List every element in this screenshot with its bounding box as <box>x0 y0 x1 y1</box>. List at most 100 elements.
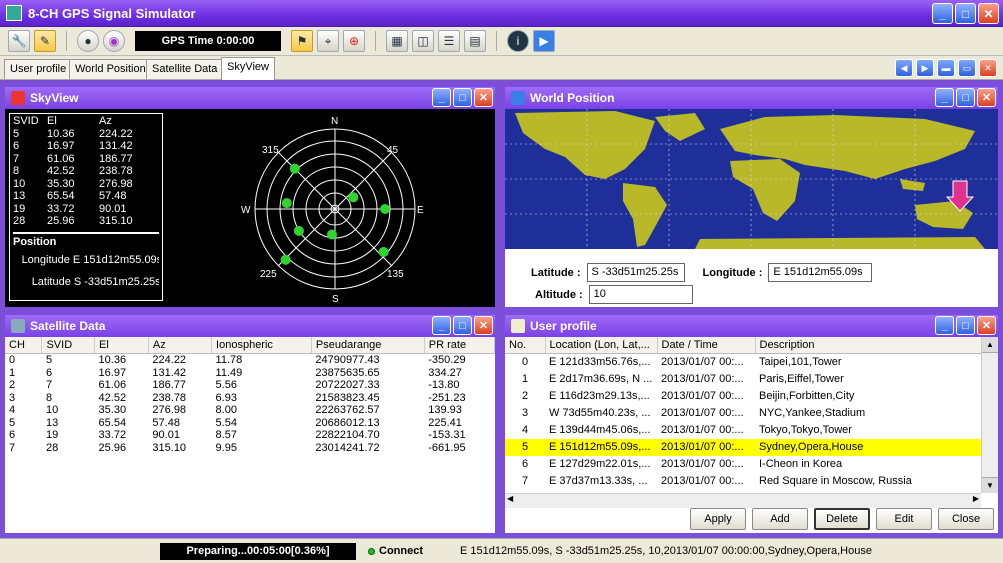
delete-button[interactable]: Delete <box>814 508 870 530</box>
table-cell: E 116d23m29.13s,... <box>549 390 650 402</box>
close-button[interactable]: ✕ <box>977 316 996 335</box>
table-cell: 224.22 <box>152 354 187 366</box>
tab-satellite-data[interactable]: Satellite Data <box>146 59 224 79</box>
minimize-button[interactable]: _ <box>935 316 954 335</box>
table-cell: 20686012.13 <box>315 416 380 429</box>
close-button[interactable]: ✕ <box>978 3 999 24</box>
maximize-button[interactable]: □ <box>956 316 975 335</box>
info-icon[interactable]: i <box>507 30 529 52</box>
sky-polar-plot: N E S W 45 135 225 315 <box>241 116 424 305</box>
sky-table-cell: 13 <box>13 190 26 202</box>
tile-h-icon[interactable]: ▬ <box>937 59 955 77</box>
sky-table-cell: 315.10 <box>99 215 133 227</box>
latitude-field[interactable]: S -33d51m25.25s <box>586 263 685 282</box>
horizontal-scrollbar[interactable]: ◀ ▶ <box>505 493 981 508</box>
rows-icon[interactable]: ☰ <box>438 30 460 52</box>
tab-user-profile[interactable]: User profile <box>4 59 73 79</box>
column-header[interactable]: CH <box>5 337 43 354</box>
apply-button[interactable]: Apply <box>690 508 746 530</box>
table-cell: 20722027.33 <box>315 379 380 391</box>
tab-world-position[interactable]: World Position <box>69 59 152 79</box>
minimize-button[interactable]: _ <box>932 3 953 24</box>
minimize-button[interactable]: _ <box>432 88 451 107</box>
table-row[interactable]: 3 W 73d55m40.23s, ... 2013/01/07 00:... NYC… <box>505 405 981 422</box>
skyview-icon <box>11 91 25 105</box>
table-cell: 1 <box>521 373 529 385</box>
table-cell: Taipei,101,Tower <box>759 356 842 368</box>
table-cell: -350.29 <box>428 354 466 366</box>
close-button[interactable]: ✕ <box>474 316 493 335</box>
next-icon[interactable]: ▶ <box>916 59 934 77</box>
table-cell: 65.54 <box>98 416 127 429</box>
globe-icon[interactable]: ● <box>77 30 99 52</box>
table-cell: 6 <box>45 366 53 379</box>
sky-table-row: 8 42.52 238.78 <box>13 165 159 178</box>
table-row[interactable]: 2 E 116d23m29.13s,... 2013/01/07 00:... Bei… <box>505 388 981 405</box>
pencil-icon <box>511 319 525 333</box>
wrench-icon[interactable]: 🔧 <box>8 30 30 52</box>
table-cell: 24790977.43 <box>315 354 380 366</box>
column-header[interactable]: Location (Lon, Lat,... <box>545 337 658 354</box>
help-icon[interactable]: ▶ <box>533 30 555 52</box>
table-row[interactable]: 7 E 37d37m13.33s, ... 2013/01/07 00:... Red… <box>505 473 981 490</box>
close-button[interactable]: ✕ <box>977 88 996 107</box>
satellite-icon[interactable]: ⌖ <box>317 30 339 52</box>
table-cell: E 151d12m55.09s,... <box>545 439 657 456</box>
close-all-icon[interactable]: ✕ <box>979 59 997 77</box>
minimize-button[interactable]: _ <box>432 316 451 335</box>
tab-skyview[interactable]: SkyView <box>221 57 275 80</box>
table-cell: 11.49 <box>215 366 243 379</box>
sky-table-cell: 224.22 <box>99 127 133 140</box>
close-button[interactable]: Close <box>938 508 994 530</box>
table-row[interactable]: 5E 151d12m55.09s,... 2013/01/07 00:... Syd… <box>505 439 981 456</box>
compass-45: 45 <box>387 145 399 156</box>
column-header[interactable]: Description <box>755 337 981 354</box>
table-cell: 7 <box>45 379 53 391</box>
compass-e: E <box>417 205 424 216</box>
table-row[interactable]: 1 E 2d17m36.69s, N ... 2013/01/07 00:... Pa… <box>505 371 981 388</box>
maximize-button[interactable]: □ <box>956 88 975 107</box>
grid-icon[interactable]: ▦ <box>386 30 408 52</box>
altitude-field[interactable]: 10 <box>588 285 693 304</box>
table-cell: 2013/01/07 00:... <box>661 424 744 436</box>
vertical-scrollbar[interactable]: ▲ ▼ <box>981 337 998 493</box>
compass-n: N <box>331 116 338 127</box>
connect-icon <box>368 547 375 555</box>
column-header[interactable]: Ionospheric <box>211 337 312 354</box>
pencil-icon[interactable]: ✎ <box>34 30 56 52</box>
tiles-icon[interactable]: ▤ <box>464 30 486 52</box>
sky-table-cell: 6 <box>13 140 20 152</box>
maximize-button[interactable]: □ <box>453 316 472 335</box>
column-header[interactable]: El <box>94 337 149 354</box>
sky-table-cell: 186.77 <box>99 152 133 165</box>
table-cell: W 73d55m40.23s, ... <box>549 407 651 419</box>
table-cell: -153.31 <box>428 429 466 441</box>
table-row[interactable]: 0 E 121d33m56.76s,... 2013/01/07 00:... Tai… <box>505 354 981 372</box>
column-header[interactable]: SVID <box>41 337 96 354</box>
table-row: 3 8 42.52 238.78 6.93 21583823.45 -251.23 <box>5 392 495 405</box>
restore-icon[interactable]: ▭ <box>958 59 976 77</box>
column-header[interactable]: No. <box>505 337 546 354</box>
longitude-field[interactable]: E 151d12m55.09s <box>768 263 873 282</box>
column-header[interactable]: Az <box>148 337 213 354</box>
table-row[interactable]: 4 E 139d44m45.06s,... 2013/01/07 00:... Tok… <box>505 422 981 439</box>
disc-icon[interactable]: ◉ <box>103 30 125 52</box>
close-button[interactable]: ✕ <box>474 88 493 107</box>
lifebuoy-icon[interactable]: ⊕ <box>343 30 365 52</box>
column-header[interactable]: Pseudarange <box>311 337 425 354</box>
flag-icon[interactable]: ⚑ <box>291 30 313 52</box>
table-cell: -251.23 <box>428 391 466 404</box>
columns-icon[interactable]: ◫ <box>412 30 434 52</box>
compass-s: S <box>332 294 339 305</box>
maximize-button[interactable]: □ <box>453 88 472 107</box>
column-header[interactable]: PR rate <box>424 337 496 354</box>
column-header[interactable]: Date / Time <box>657 337 756 354</box>
sky-satellite-table: SVID El Az 5 10.36 224.22 6 16.97 131.42 7 61.06 1… <box>9 113 163 301</box>
edit-button[interactable]: Edit <box>876 508 932 530</box>
table-row[interactable]: 6 E 127d29m22.01s,... 2013/01/07 00:... I-C… <box>505 456 981 473</box>
minimize-button[interactable]: _ <box>935 88 954 107</box>
world-map[interactable] <box>505 109 998 249</box>
maximize-button[interactable]: □ <box>955 3 976 24</box>
prev-icon[interactable]: ◀ <box>895 59 913 77</box>
add-button[interactable]: Add <box>752 508 808 530</box>
